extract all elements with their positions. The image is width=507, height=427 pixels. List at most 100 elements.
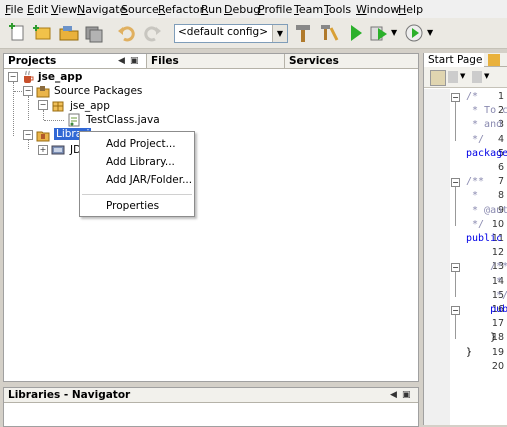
fold-toggle[interactable]: − <box>451 178 460 188</box>
pin-icon[interactable]: ◀ <box>390 389 397 401</box>
menu-profile[interactable]: Profile <box>258 3 292 16</box>
menu-bar: File Edit View Navigate Source Refactor … <box>0 0 507 18</box>
minimize-icon[interactable]: ▣ <box>130 55 139 67</box>
tab-services-label: Services <box>289 55 339 67</box>
libraries-icon <box>36 128 50 142</box>
menu-run[interactable]: Run <box>201 3 222 16</box>
jdk-icon <box>51 143 65 157</box>
chevron-down-icon[interactable]: ▼ <box>460 72 465 80</box>
menu-edit[interactable]: Edit <box>27 3 48 16</box>
code-line: /* <box>466 91 479 102</box>
editor-tabstrip: Start Page <box>424 53 507 67</box>
code-line: */ <box>466 289 507 301</box>
line-number-gutter <box>424 89 450 425</box>
code-line: } <box>466 346 473 358</box>
chevron-down-icon[interactable]: ▼ <box>391 28 397 37</box>
code-line: * <box>466 190 479 202</box>
tab-files[interactable]: Files <box>146 54 284 68</box>
line-number: 6 <box>497 162 504 173</box>
editor-toolbar: ▼ ▼ <box>424 67 507 88</box>
java-file-node[interactable]: TestClass.java <box>86 114 160 126</box>
code-line: /** <box>466 261 507 273</box>
navigator-panel: Libraries - Navigator ◀ ▣ <box>3 387 419 427</box>
code-line: * <box>466 275 503 287</box>
menu-window[interactable]: Window <box>356 3 399 16</box>
build-icon[interactable] <box>292 22 314 44</box>
menu-team[interactable]: Team <box>294 3 323 16</box>
menu-navigate[interactable]: Navigate <box>77 3 126 16</box>
line-number: 4 <box>497 133 504 145</box>
java-file-icon <box>67 113 81 127</box>
menu-refactor[interactable]: Refactor <box>158 3 204 16</box>
menu-item-add-jar-folder[interactable]: Add JAR/Folder... <box>106 174 192 186</box>
menu-file[interactable]: File <box>5 3 23 16</box>
tab-services[interactable]: Services <box>284 54 418 68</box>
source-view-icon[interactable] <box>430 70 446 86</box>
source-packages-node[interactable]: Source Packages <box>54 85 142 97</box>
navigator-title: Libraries - Navigator <box>8 389 131 401</box>
new-project-icon[interactable] <box>31 22 53 44</box>
new-file-icon[interactable] <box>6 22 28 44</box>
line-number: 17 <box>491 318 504 330</box>
back-icon[interactable] <box>448 71 458 83</box>
code-line: package <box>466 147 507 159</box>
chevron-down-icon[interactable]: ▼ <box>427 28 433 37</box>
menu-debug[interactable]: Debug <box>224 3 260 16</box>
redo-icon[interactable] <box>141 22 163 44</box>
open-project-icon[interactable] <box>58 22 80 44</box>
collapse-toggle[interactable]: − <box>38 100 48 110</box>
line-number: 1 <box>497 91 504 102</box>
save-all-icon[interactable] <box>83 22 105 44</box>
tab-navigator[interactable]: Libraries - Navigator <box>4 388 418 402</box>
fold-guide <box>455 102 456 141</box>
coffee-cup-icon <box>21 70 35 84</box>
config-select[interactable]: <default config> ▼ <box>174 24 288 43</box>
fold-guide <box>455 272 456 297</box>
pin-icon[interactable]: ◀ <box>118 55 125 67</box>
clean-build-icon[interactable] <box>318 22 340 44</box>
line-number: 12 <box>491 247 504 259</box>
projects-tabstrip: Projects ◀ ▣ Files Services <box>4 54 418 69</box>
fold-toggle[interactable]: − <box>451 93 460 102</box>
minimize-icon[interactable]: ▣ <box>402 389 411 401</box>
chevron-down-icon[interactable]: ▼ <box>484 72 489 80</box>
fold-toggle[interactable]: − <box>451 306 460 315</box>
chevron-down-icon[interactable]: ▼ <box>272 25 287 42</box>
tab-start-page[interactable]: Start Page <box>424 53 484 67</box>
menu-item-properties[interactable]: Properties <box>106 200 159 212</box>
menu-separator <box>82 194 192 195</box>
fold-guide <box>455 187 456 226</box>
fold-guide <box>455 315 456 340</box>
tree-guide <box>44 120 64 121</box>
tree-guide <box>43 110 44 120</box>
forward-icon[interactable] <box>472 71 482 83</box>
line-number: 19 <box>491 346 504 358</box>
tab-projects-label: Projects <box>8 55 57 67</box>
profile-icon[interactable] <box>403 22 425 44</box>
code-line: * @aut <box>466 204 507 216</box>
menu-item-add-project[interactable]: Add Project... <box>106 138 176 150</box>
line-number: 20 <box>491 360 504 372</box>
line-number: 7 <box>497 176 504 188</box>
tree-guide <box>28 96 29 120</box>
run-icon[interactable] <box>345 22 367 44</box>
project-node[interactable]: jse_app <box>38 71 82 83</box>
package-node[interactable]: jse_app <box>70 100 110 112</box>
collapse-toggle[interactable]: − <box>23 86 33 96</box>
debug-icon[interactable] <box>368 22 390 44</box>
menu-item-add-library[interactable]: Add Library... <box>106 156 175 168</box>
menu-view[interactable]: View <box>51 3 77 16</box>
code-line: * To c <box>466 105 507 117</box>
menu-tools[interactable]: Tools <box>324 3 351 16</box>
source-packages-icon <box>36 84 50 98</box>
menu-help[interactable]: Help <box>398 3 423 16</box>
collapse-toggle[interactable]: − <box>8 72 18 82</box>
code-line: } <box>466 332 497 344</box>
menu-source[interactable]: Source <box>121 3 159 16</box>
fold-toggle[interactable]: − <box>451 263 460 273</box>
expand-toggle[interactable]: + <box>38 145 48 155</box>
java-tab-icon[interactable] <box>488 54 500 66</box>
config-value: <default config> <box>178 26 269 38</box>
code-line: */ <box>466 133 485 145</box>
undo-icon[interactable] <box>116 22 138 44</box>
